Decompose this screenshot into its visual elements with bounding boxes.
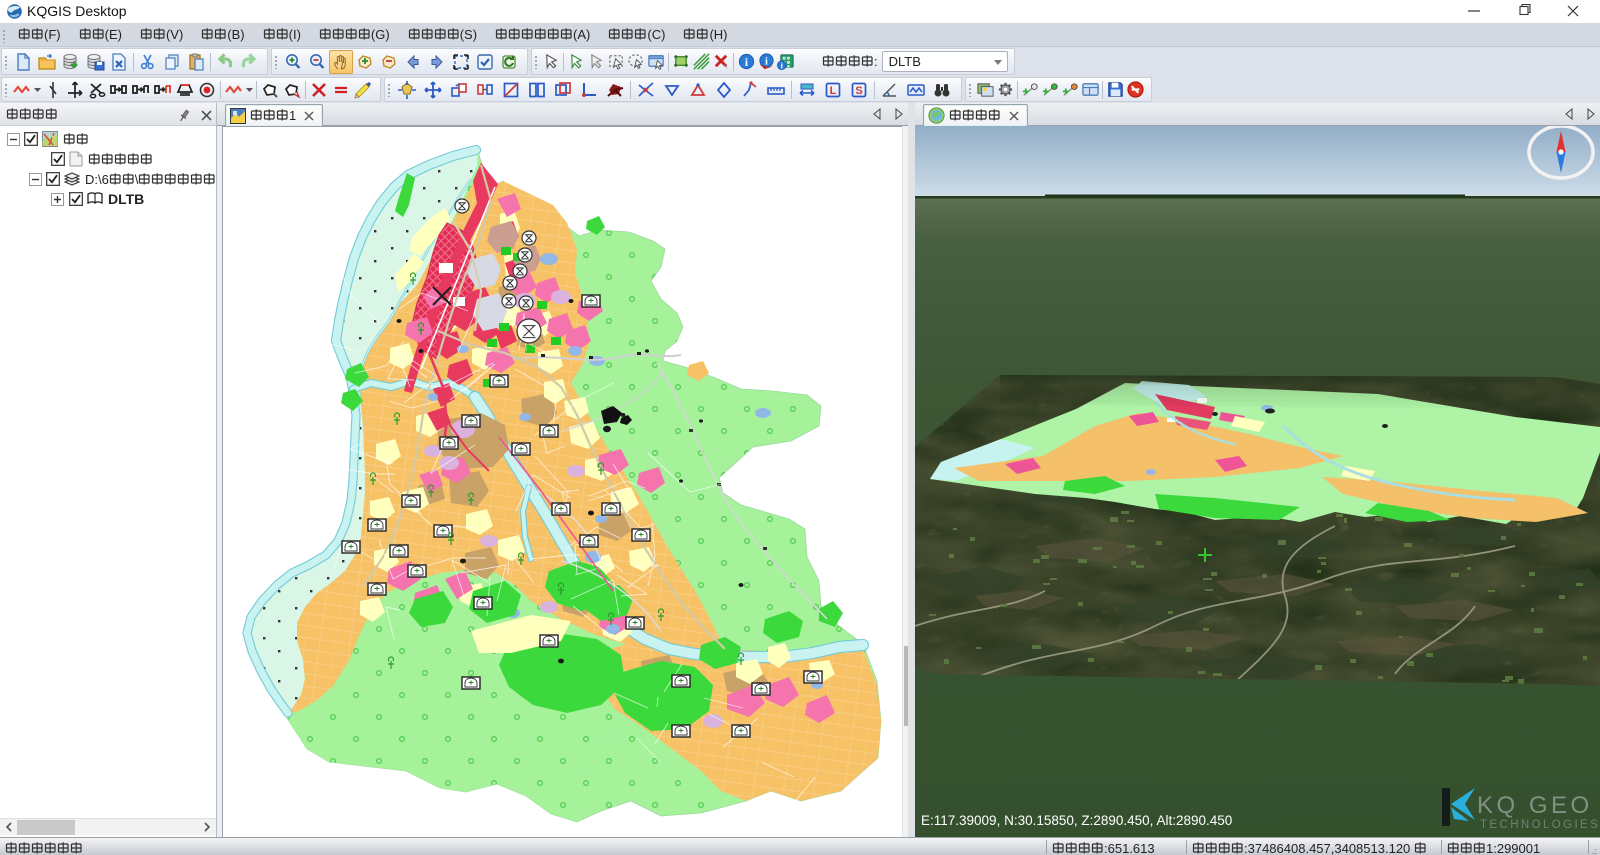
svg-text:KQ GEO: KQ GEO bbox=[1477, 792, 1593, 819]
svg-text:L: L bbox=[830, 85, 837, 97]
svg-text:i: i bbox=[744, 57, 747, 69]
svg-text:i: i bbox=[780, 61, 782, 71]
svg-text:TECHNOLOGIES: TECHNOLOGIES bbox=[1480, 819, 1600, 831]
svg-text:E:117.39009, N:30.15850, Z:289: E:117.39009, N:30.15850, Z:2890.450, Alt… bbox=[921, 813, 1232, 828]
svg-text:i: i bbox=[765, 56, 768, 67]
svg-text:S: S bbox=[855, 85, 862, 97]
